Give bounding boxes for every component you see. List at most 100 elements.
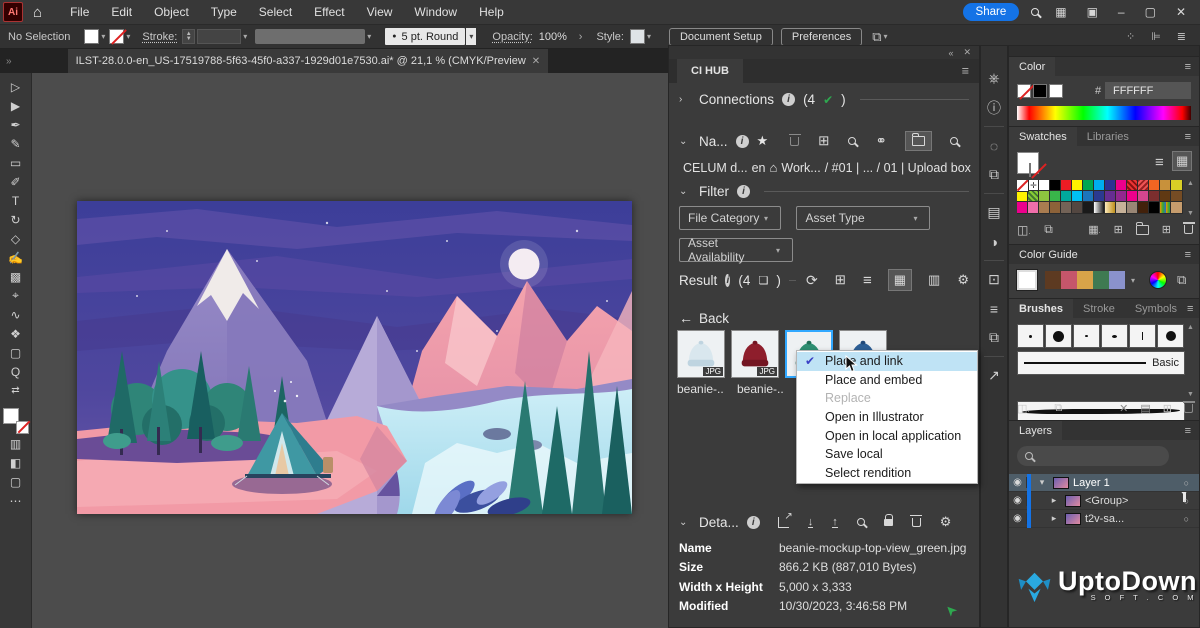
swatch[interactable] [1028,191,1039,202]
refresh-icon[interactable]: ⟳ [806,272,818,289]
menu-help[interactable]: Help [469,1,514,23]
connections-header[interactable]: › Connections i (4 ✔ ) [669,92,979,107]
result-info-icon[interactable]: i [725,274,730,287]
style-dropdown-icon[interactable]: ▾ [647,32,651,41]
transparency-panel-icon[interactable]: ◑ [980,227,1008,256]
shaper-tool[interactable]: ✍ [4,248,28,267]
swatch[interactable] [1149,202,1160,213]
brush-libraries-icon[interactable]: ◫. [1017,402,1029,415]
swatch-libraries-icon[interactable]: ◫. [1017,223,1030,237]
home-icon[interactable]: ⌂ [33,4,42,21]
delete-icon[interactable] [790,137,799,146]
harmony-strip[interactable] [1045,271,1125,289]
arrange-icon[interactable]: ⧉ [872,29,881,45]
pen-tool[interactable]: ✒ [4,115,28,134]
swatch[interactable] [1127,191,1138,202]
preferences-button[interactable]: Preferences [781,28,862,46]
rotate-tool[interactable]: ↻ [4,210,28,229]
scale-tool[interactable]: ◇ [4,229,28,248]
swatch-options-icon[interactable]: ⊞ [1114,223,1123,236]
swatch[interactable] [1017,191,1028,202]
curvature-tool[interactable]: ✎ [4,134,28,153]
profile-dropdown-icon[interactable]: ▾ [367,32,371,41]
artboard[interactable] [77,201,632,514]
swatch[interactable] [1039,191,1050,202]
menu-effect[interactable]: Effect [304,1,354,23]
edit-colors-icon[interactable]: ⧉ [1177,272,1186,288]
paintbrush-tool[interactable]: ✐ [4,172,28,191]
opacity-label[interactable]: Opacity: [492,31,532,43]
layer-row[interactable]: ◉▸<Group>○ [1009,492,1199,510]
layers-search-input[interactable] [1017,446,1169,466]
tab-overflow-icon[interactable]: » [6,56,12,67]
tab-stroke[interactable]: Stroke [1073,299,1125,319]
swatch[interactable] [1149,180,1160,191]
brush-scrollbar[interactable]: ▲▼ [1187,324,1194,398]
connections-info-icon[interactable]: i [782,93,795,106]
fill-proxy[interactable] [1017,152,1039,174]
draw-mode-icon[interactable]: ◧ [4,453,28,472]
rectangle-tool[interactable]: ▭ [4,153,28,172]
color-guide-menu-icon[interactable]: ≡ [1185,249,1199,261]
nav-info-icon[interactable]: i [736,135,749,148]
swatch[interactable] [1039,180,1050,191]
delete-swatch-icon[interactable] [1184,225,1193,234]
none-swatch[interactable] [1017,84,1031,98]
nav-chevron-icon[interactable]: ⌄ [679,136,691,147]
asset-thumbnail[interactable]: JPG [731,330,779,378]
export-panel-icon[interactable]: ↗ [980,361,1008,390]
more-tools-icon[interactable]: ⋯ [4,491,28,510]
preview-zoom-icon[interactable] [857,518,865,526]
canvas-area[interactable] [32,73,668,628]
color-menu-icon[interactable]: ≡ [1185,61,1199,73]
blend-tool[interactable]: ∿ [4,305,28,324]
swatch[interactable] [1160,202,1171,213]
menu-view[interactable]: View [357,1,403,23]
properties-panel-icon[interactable]: ⎈ [980,64,1008,93]
grid-view-button[interactable]: ▦ [889,270,911,290]
tab-close-icon[interactable]: ✕ [532,56,540,67]
apps-grid-icon[interactable]: ▦ [1051,5,1070,19]
brush-preset-dropdown[interactable]: ● 5 pt. Round [385,28,465,45]
basic-brush-row[interactable]: Basic [1017,351,1185,375]
white-swatch[interactable] [1049,84,1063,98]
harmony-swatch[interactable] [1093,271,1109,289]
stroke-panel-icon[interactable]: ◌ [980,131,1008,160]
result-settings-icon[interactable]: ⚙ [957,272,969,288]
layer-row[interactable]: ◉▾Layer 1○ [1009,474,1199,492]
color-tab[interactable]: Color [1009,57,1055,77]
filter-chevron-icon[interactable]: ⌄ [679,186,691,197]
tab-layers[interactable]: Layers [1009,421,1062,441]
stroke-dropdown-icon[interactable]: ▾ [126,32,130,41]
fill-stroke-indicator[interactable] [3,408,29,434]
delete-asset-icon[interactable] [912,518,921,527]
filter-info-icon[interactable]: i [737,185,750,198]
stroke-swatch[interactable] [109,29,124,44]
swatch[interactable] [1017,202,1028,213]
arrange-dropdown-icon[interactable]: ▾ [884,32,888,41]
asset-thumbnail[interactable]: JPG [677,330,725,378]
brush-item[interactable] [1045,324,1072,348]
artboard-tool[interactable]: ▢ [4,343,28,362]
swatch[interactable] [1072,202,1083,213]
details-info-icon[interactable]: i [747,516,760,529]
layer-target-icon[interactable]: ○ [1184,514,1189,524]
details-settings-icon[interactable]: ⚙ [940,514,952,530]
tab-swatches[interactable]: Swatches [1009,127,1077,147]
swatch-scrollbar[interactable]: ▲▼ [1187,180,1194,217]
file-category-dropdown[interactable]: File Category ▾ [679,206,781,230]
layers-menu-icon[interactable]: ≡ [1185,425,1199,437]
swatch[interactable] [1083,202,1094,213]
selection-tool[interactable]: ▷ [4,77,28,96]
list-options-icon[interactable]: ≣ [1177,30,1186,43]
direct-selection-tool[interactable]: ▶ [4,96,28,115]
layer-target-icon[interactable]: ○ [1184,496,1189,506]
swatch-grid-view-button[interactable]: ▦ [1173,152,1191,170]
swatch[interactable] [1094,202,1105,213]
new-brush-icon[interactable]: ⊞ [1163,402,1172,415]
menu-edit[interactable]: Edit [101,1,142,23]
brush-item[interactable] [1129,324,1156,348]
swatch[interactable] [1105,202,1116,213]
open-external-icon[interactable] [778,517,789,528]
swatch[interactable] [1072,180,1083,191]
